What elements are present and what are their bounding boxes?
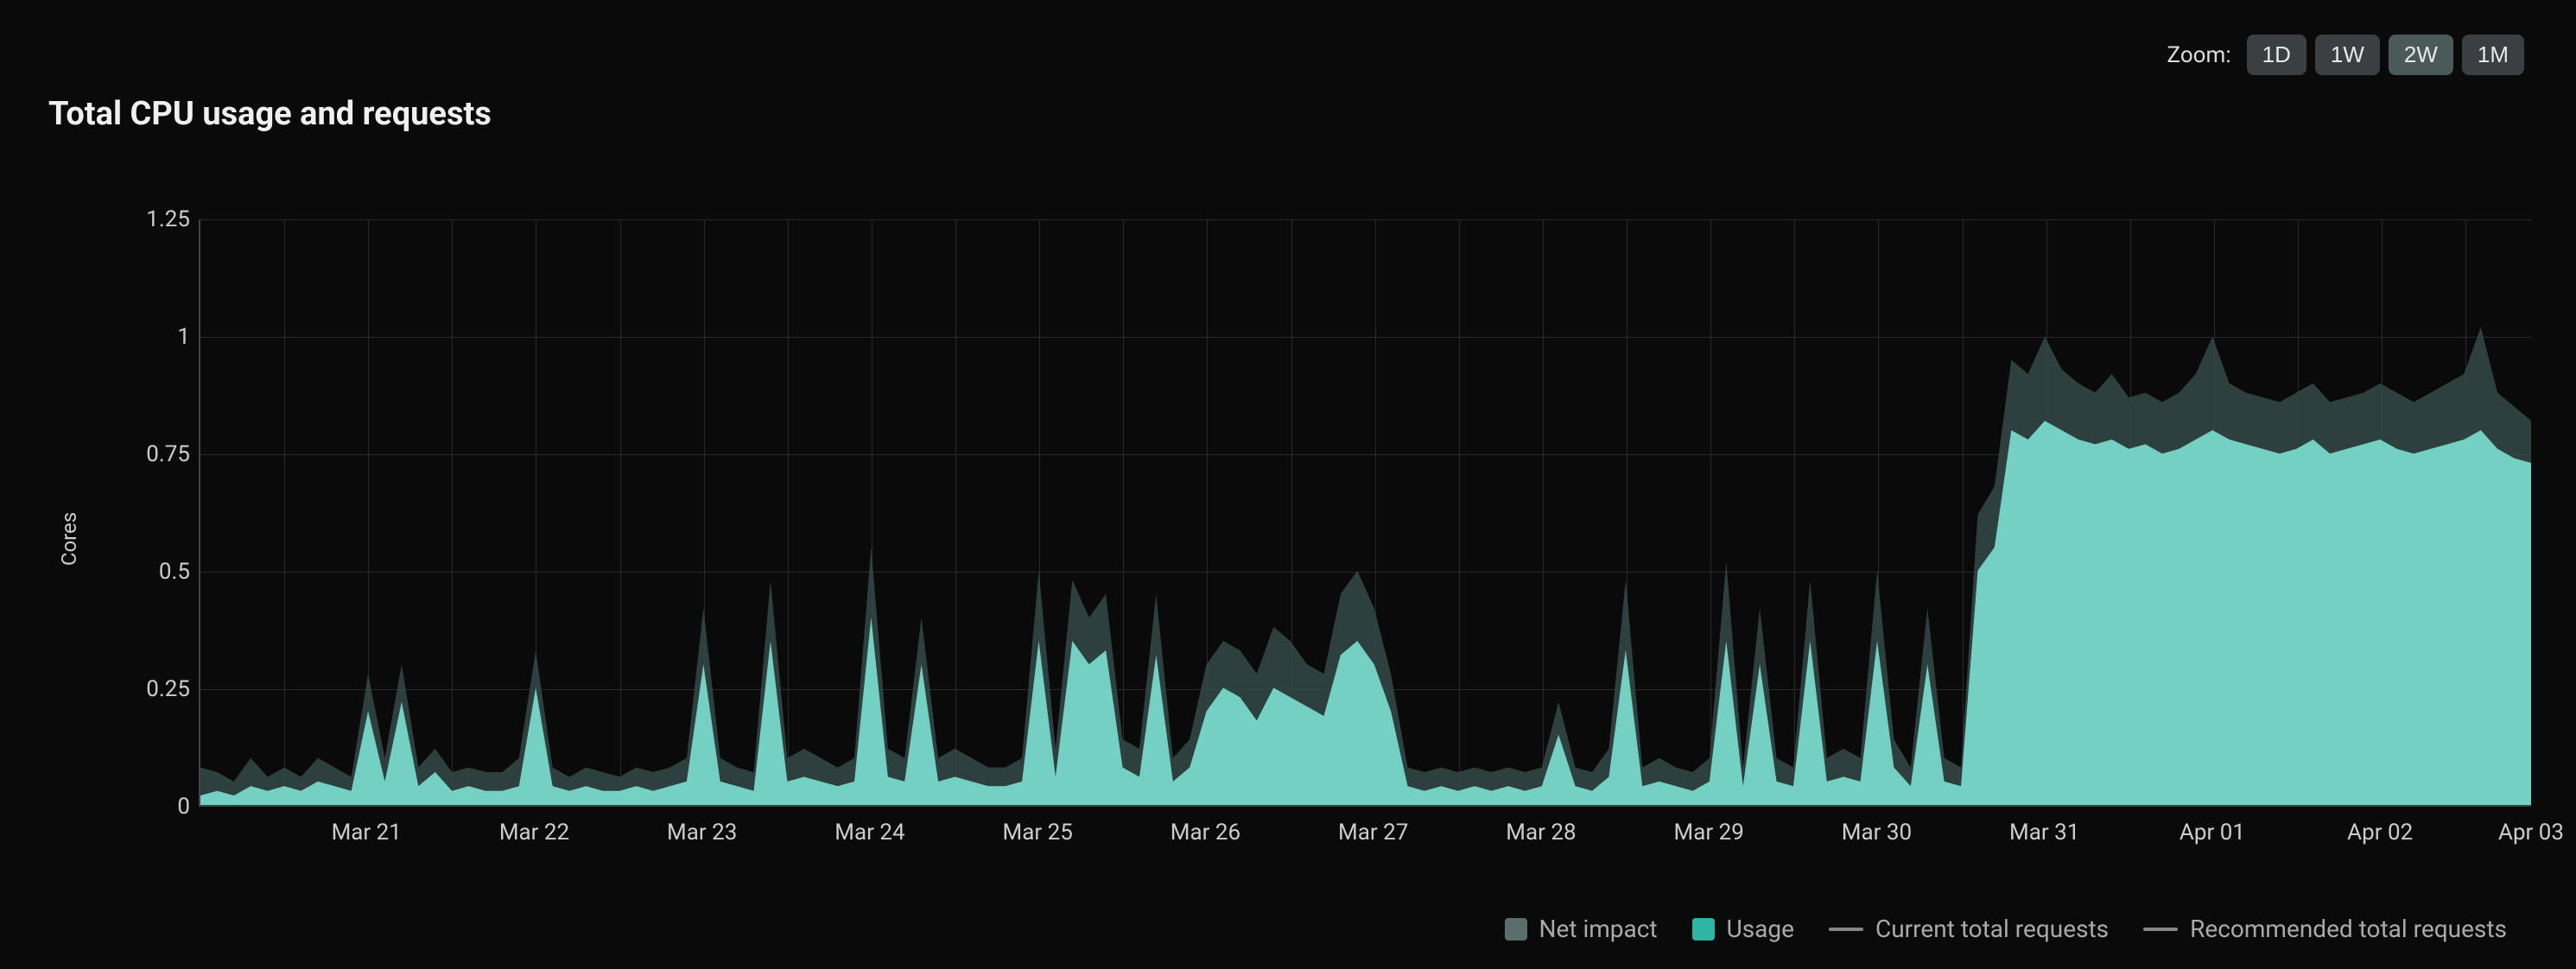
legend-recommended[interactable]: Recommended total requests [2143, 915, 2507, 943]
x-tick: Apr 01 [2179, 820, 2245, 846]
x-tick: Mar 27 [1338, 820, 1408, 846]
x-tick: Mar 23 [667, 820, 737, 846]
chart-svg [200, 219, 2531, 805]
page-title: Total CPU usage and requests [48, 95, 2533, 133]
plot-area[interactable] [199, 219, 2531, 807]
zoom-btn-1d[interactable]: 1D [2247, 35, 2306, 75]
zoom-btn-2w[interactable]: 2W [2389, 35, 2453, 75]
y-tick: 0.5 [104, 559, 190, 585]
swatch-net-impact [1505, 918, 1527, 940]
y-tick: 0.75 [104, 441, 190, 467]
x-tick: Mar 28 [1506, 820, 1576, 846]
x-tick: Mar 21 [332, 820, 402, 846]
legend-current[interactable]: Current total requests [1829, 915, 2109, 943]
y-tick: 0.25 [104, 676, 190, 702]
legend-net-impact[interactable]: Net impact [1505, 915, 1658, 943]
swatch-usage [1692, 918, 1715, 940]
x-tick: Mar 24 [834, 820, 904, 846]
legend-usage-label: Usage [1727, 915, 1794, 943]
x-tick: Mar 30 [1842, 820, 1912, 846]
x-tick: Mar 22 [499, 820, 569, 846]
x-tick: Mar 31 [2009, 820, 2079, 846]
y-tick: 1.25 [104, 206, 190, 232]
legend-current-label: Current total requests [1875, 915, 2109, 943]
zoom-btn-1w[interactable]: 1W [2315, 35, 2380, 75]
y-axis-label: Cores [57, 512, 81, 566]
legend-recommended-label: Recommended total requests [2190, 915, 2507, 943]
legend-net-impact-label: Net impact [1539, 915, 1658, 943]
zoom-label: Zoom: [2167, 42, 2231, 68]
x-tick: Apr 02 [2347, 820, 2413, 846]
y-tick: 0 [104, 794, 190, 820]
line-icon [1829, 928, 1863, 931]
x-tick: Apr 03 [2498, 820, 2564, 846]
zoom-controls: Zoom: 1D 1W 2W 1M [2167, 35, 2524, 75]
line-icon [2143, 928, 2178, 931]
legend-usage[interactable]: Usage [1692, 915, 1794, 943]
y-tick: 1 [104, 324, 190, 350]
x-tick: Mar 26 [1171, 820, 1240, 846]
x-tick: Mar 29 [1674, 820, 1744, 846]
zoom-btn-1m[interactable]: 1M [2462, 35, 2524, 75]
x-tick: Mar 25 [1003, 820, 1073, 846]
chart-container: Cores 00.250.50.7511.25 Mar 21Mar 22Mar … [78, 219, 2531, 858]
legend: Net impact Usage Current total requests … [1505, 915, 2507, 943]
